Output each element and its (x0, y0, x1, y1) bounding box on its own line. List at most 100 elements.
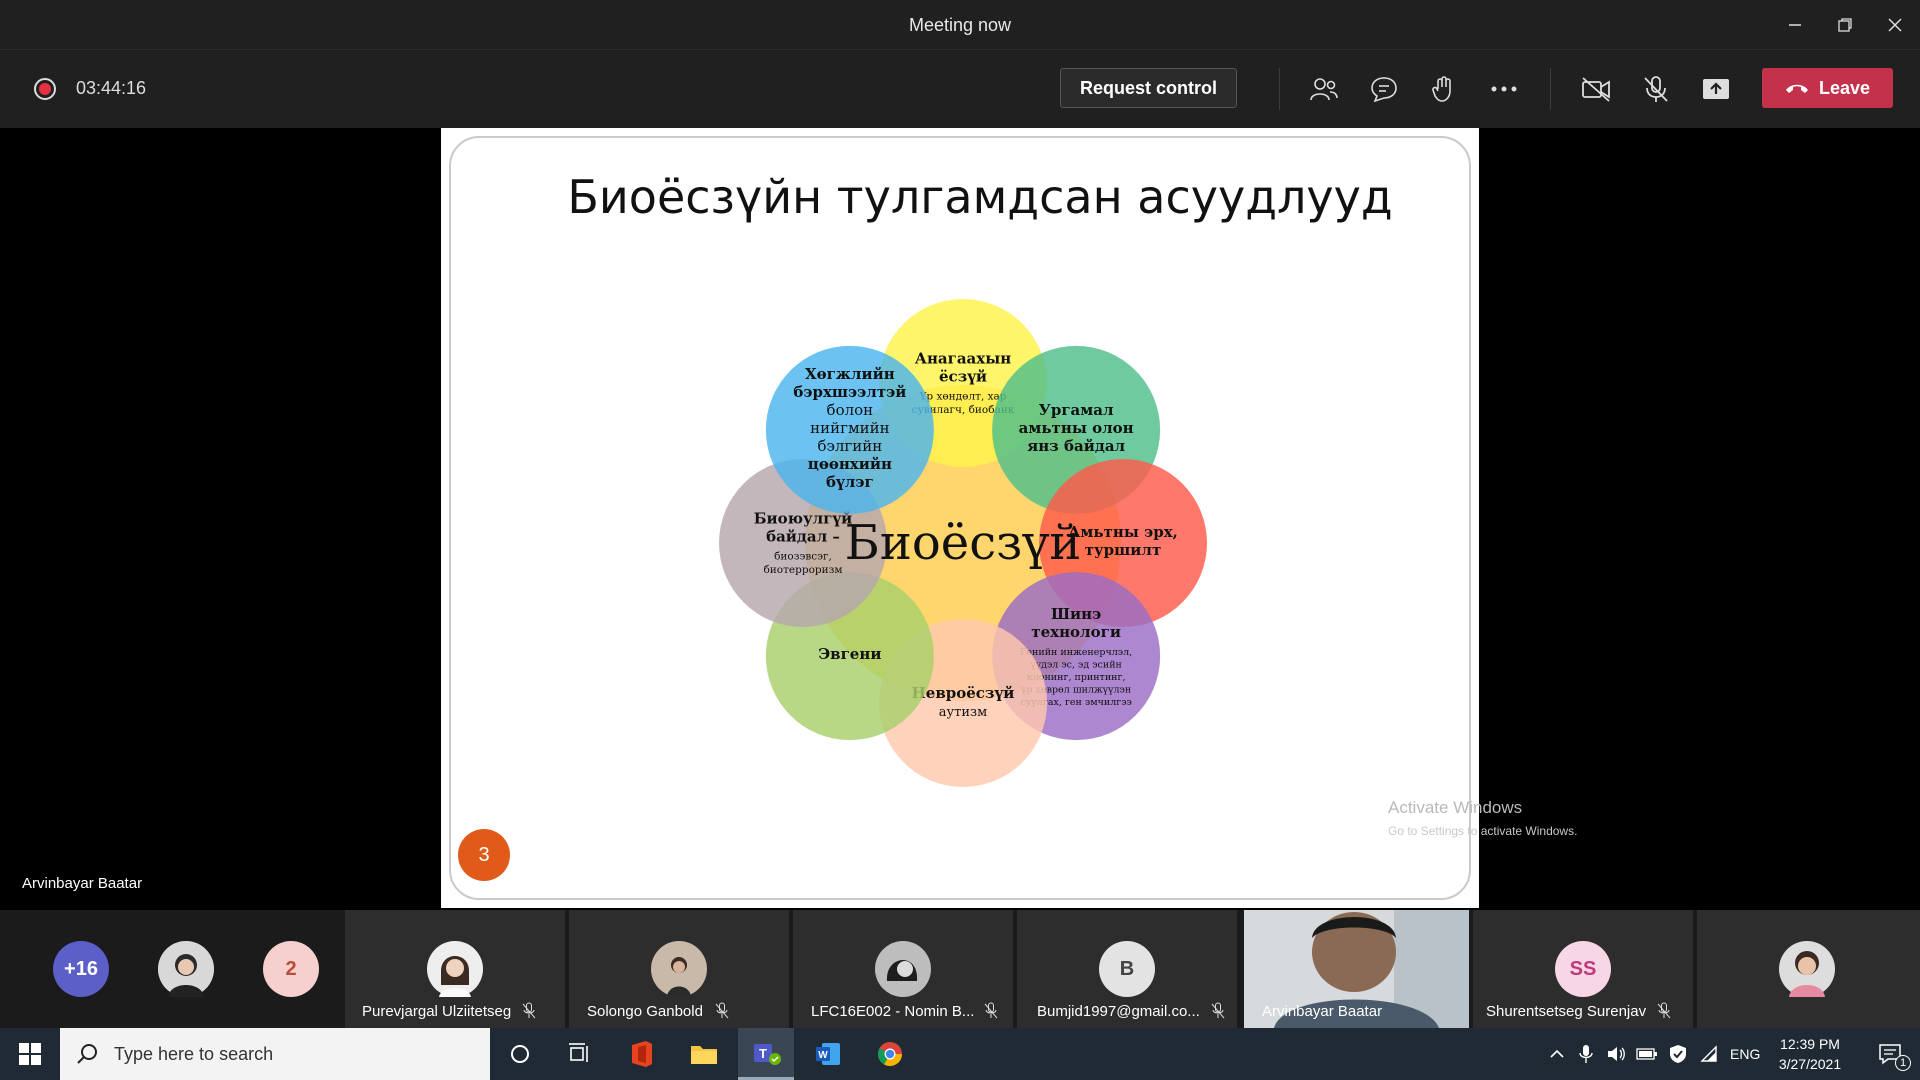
input-language[interactable]: ENG (1730, 1046, 1760, 1062)
teams-app-button[interactable]: T (738, 1028, 794, 1080)
participant-tile[interactable] (1697, 910, 1920, 1028)
raise-hand-button[interactable] (1422, 68, 1466, 110)
share-icon (1703, 79, 1729, 99)
windows-logo-icon (19, 1043, 41, 1065)
petal-disability-text: Хөгжлийн (805, 365, 895, 383)
petal-disability-text: бүлэг (826, 473, 874, 491)
petal-biosecurity-text: биозэвсэг, (774, 551, 832, 563)
petal-tech-text: Генийн инженерчлэл, (1020, 647, 1132, 658)
system-tray: ENG (1548, 1028, 1760, 1080)
overflow-participants-badge[interactable]: +16 (53, 941, 109, 997)
mic-off-icon (1657, 1002, 1671, 1019)
word-icon: W (816, 1043, 840, 1065)
teams-icon: T (754, 1043, 781, 1065)
watermark-subtitle: Go to Settings to activate Windows. (1388, 824, 1578, 838)
camera-toggle-button[interactable] (1574, 68, 1618, 110)
participant-name: Arvinbayar Baatar (1262, 1003, 1383, 1020)
chat-button[interactable] (1362, 68, 1406, 110)
camera-off-icon (1582, 77, 1610, 102)
file-explorer-button[interactable] (676, 1028, 732, 1080)
office-app-button[interactable] (614, 1028, 670, 1080)
clock-time: 12:39 PM (1780, 1036, 1840, 1052)
cortana-icon (511, 1045, 529, 1063)
petal-neuro-text: аутизм (939, 705, 987, 720)
petal-animals-text: Амьтны эрх, (1068, 523, 1178, 541)
notifications-button[interactable]: 1 (1862, 1028, 1918, 1080)
avatar: SS (1555, 941, 1611, 997)
hand-icon (1432, 76, 1451, 102)
petal-disability-text: нийгмийн (810, 419, 890, 437)
petal-disability-text: болон (827, 401, 874, 419)
chat-icon (1371, 77, 1397, 102)
avatar (875, 941, 931, 997)
person-photo-icon (875, 941, 931, 997)
task-view-icon (569, 1043, 588, 1062)
start-button[interactable] (0, 1028, 60, 1080)
meeting-timer: 03:44:16 (76, 78, 147, 98)
participant-count-badge[interactable]: 2 (263, 941, 319, 997)
taskbar-search[interactable]: Type here to search (60, 1028, 490, 1080)
avatar: B (1099, 941, 1155, 997)
presenter-name: Arvinbayar Baatar (22, 875, 143, 892)
svg-text:T: T (759, 1046, 767, 1061)
taskbar-clock[interactable]: 12:39 PM 3/27/2021 (1770, 1034, 1850, 1074)
participant-tile[interactable]: B Bumjid1997@gmail.co... (1017, 910, 1237, 1028)
participant-tile[interactable]: LFC16E002 - Nomin B... (793, 910, 1013, 1028)
restore-button[interactable] (1820, 0, 1870, 50)
search-icon (77, 1044, 97, 1064)
chevron-up-icon[interactable] (1548, 1045, 1566, 1063)
person-photo-icon (427, 941, 483, 997)
office-icon (632, 1041, 652, 1067)
share-button[interactable] (1694, 68, 1738, 110)
divider (1550, 68, 1551, 110)
petal-biodiversity-text: Ургамал (1039, 401, 1114, 419)
volume-icon[interactable] (1606, 1045, 1626, 1063)
mic-toggle-button[interactable] (1634, 68, 1678, 110)
participants-button[interactable] (1302, 68, 1346, 110)
task-view-button[interactable] (552, 1028, 608, 1080)
leave-button[interactable]: Leave (1762, 68, 1893, 108)
minimize-button[interactable] (1770, 0, 1820, 50)
participant-tile[interactable]: Purevjargal Ulziitetseg (345, 910, 565, 1028)
mic-off-icon (1644, 76, 1668, 102)
avatar (651, 941, 707, 997)
avatar (1779, 941, 1835, 997)
divider (1279, 68, 1280, 110)
hangup-icon (1785, 84, 1808, 93)
minimize-icon (1789, 24, 1801, 26)
restore-icon (1838, 18, 1852, 32)
presenter-video-tile[interactable]: Arvinbayar Baatar (1244, 910, 1469, 1028)
request-control-button[interactable]: Request control (1060, 68, 1237, 108)
search-placeholder: Type here to search (114, 1043, 274, 1064)
person-photo-icon (1779, 941, 1835, 997)
windows-taskbar: Type here to search T W ENG 12:39 PM 3/2… (0, 1028, 1920, 1080)
microphone-icon[interactable] (1578, 1044, 1594, 1064)
more-actions-button[interactable] (1482, 68, 1526, 110)
chrome-app-button[interactable] (862, 1028, 918, 1080)
recording-icon (34, 78, 56, 100)
close-button[interactable] (1870, 0, 1920, 50)
leave-label: Leave (1818, 77, 1871, 98)
avatar (427, 941, 483, 997)
meeting-toolbar: 03:44:16 Request control Leave (0, 50, 1920, 128)
participant-tile[interactable]: Solongo Ganbold (569, 910, 789, 1028)
mic-off-icon (1211, 1002, 1225, 1019)
battery-icon[interactable] (1636, 1047, 1658, 1061)
petal-disability-text: бэлгийн (817, 437, 882, 455)
watermark-title: Activate Windows (1388, 798, 1523, 817)
security-shield-icon[interactable] (1668, 1044, 1688, 1064)
petal-medical-text: ёсзүй (939, 368, 987, 386)
petal-disability-text: бэрхшээлтэй (793, 383, 906, 401)
slide-number: 3 (458, 829, 510, 881)
wifi-icon[interactable] (1698, 1045, 1718, 1063)
word-app-button[interactable]: W (800, 1028, 856, 1080)
person-photo-icon (651, 941, 707, 997)
petal-aging-text: Эвгени (818, 645, 881, 663)
chrome-icon (877, 1042, 902, 1067)
cortana-button[interactable] (492, 1028, 548, 1080)
shared-slide: Биоёсзүйн тулгамдсан асуудлууд Анагаахын… (441, 128, 1479, 908)
center-label: Биоёсзүй (845, 515, 1082, 571)
avatar[interactable] (158, 941, 214, 997)
participant-tile[interactable]: SS Shurentsetseg Surenjav (1473, 910, 1693, 1028)
petal-animals-text: туршилт (1085, 541, 1162, 559)
